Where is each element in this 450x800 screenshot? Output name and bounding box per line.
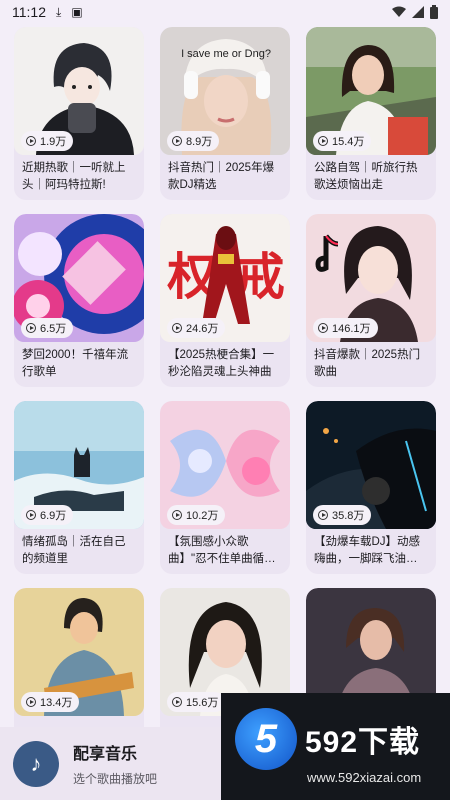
play-count-badge: 13.4万: [21, 692, 80, 712]
cap-print: I save me or Dng?: [181, 48, 271, 60]
playlist-title: 公路自驾｜听旅行热歌送烦恼出走: [314, 162, 418, 191]
play-icon: [26, 510, 36, 520]
playlist-cover: 146.1万: [306, 214, 436, 342]
playlist-title: 近期热歌｜一听就上头｜阿玛特拉斯!: [22, 162, 126, 191]
play-icon: [172, 697, 182, 707]
play-icon: [26, 697, 36, 707]
playlist-cover: 权 戒 24.6万: [160, 214, 290, 342]
player-subtitle: 选个歌曲播放吧: [73, 772, 158, 786]
play-icon: [172, 323, 182, 333]
play-count-badge: 15.4万: [313, 131, 372, 151]
playlist-cover: 13.4万: [14, 588, 144, 716]
battery-icon: [430, 5, 438, 19]
playlist-cover: 6.9万: [14, 401, 144, 529]
playlist-title: [14, 716, 144, 721]
play-icon: [318, 136, 328, 146]
playlist-cover: 1.9万: [14, 27, 144, 155]
playlist-cover: 35.8万: [306, 401, 436, 529]
playlist-card[interactable]: 1.9万 近期热歌｜一听就上头｜阿玛特拉斯!: [14, 27, 144, 200]
play-count-badge: 6.5万: [21, 318, 74, 338]
status-time: 11:12: [12, 4, 46, 20]
watermark-logo-text: 592下载: [305, 726, 421, 759]
play-count-badge: 15.6万: [167, 692, 226, 712]
playlist-card[interactable]: 146.1万 抖音爆款｜2025热门歌曲: [306, 214, 436, 387]
playlist-title: 【劲爆车载DJ】动感嗨曲，一脚踩飞油箱盖: [314, 536, 421, 565]
play-icon: [172, 510, 182, 520]
watermark-badge: 5: [235, 708, 297, 770]
player-title: 配享音乐: [73, 746, 138, 763]
play-count-badge: 1.9万: [21, 131, 74, 151]
watermark-logo: 5 592下载 www.592xiazai.com: [221, 693, 450, 800]
status-bar: 11:12 ⤓ ▣: [0, 0, 450, 24]
playlist-cover: 15.4万: [306, 27, 436, 155]
playlist-title: 【氛围感小众歌曲】"忍不住单曲循环！": [168, 536, 265, 565]
play-count-badge: 146.1万: [313, 318, 378, 338]
playlist-card[interactable]: 15.4万 公路自驾｜听旅行热歌送烦恼出走: [306, 27, 436, 200]
playlist-title: 抖音爆款｜2025热门歌曲: [314, 349, 421, 378]
playlist-card[interactable]: I save me or Dng? 8.9万 抖音热门｜2025年爆款DJ精选: [160, 27, 290, 200]
playlist-card[interactable]: 6.9万 情绪孤岛｜活在自己的频道里: [14, 401, 144, 574]
music-note-icon: ♪: [13, 740, 59, 787]
play-count-badge: 6.9万: [21, 505, 74, 525]
play-icon: [172, 136, 182, 146]
play-count-badge: 10.2万: [167, 505, 226, 525]
playlist-cover: 10.2万: [160, 401, 290, 529]
play-icon: [26, 136, 36, 146]
playlist-title: 梦回2000！千禧年流行歌单: [22, 349, 129, 378]
wifi-icon: [392, 6, 406, 17]
playlist-card[interactable]: 6.5万 梦回2000！千禧年流行歌单: [14, 214, 144, 387]
playlist-card[interactable]: 35.8万 【劲爆车载DJ】动感嗨曲，一脚踩飞油箱盖: [306, 401, 436, 574]
signal-icon: [412, 6, 424, 18]
play-count-badge: 24.6万: [167, 318, 226, 338]
watermark-url: www.592xiazai.com: [307, 770, 422, 785]
playlist-grid: 1.9万 近期热歌｜一听就上头｜阿玛特拉斯! I save me or Dng?…: [14, 27, 436, 761]
play-icon: [318, 323, 328, 333]
play-count-badge: 35.8万: [313, 505, 372, 525]
play-count-badge: 8.9万: [167, 131, 220, 151]
playlist-card[interactable]: 权 戒 24.6万 【2025热梗合集】一秒沦陷灵魂上头神曲: [160, 214, 290, 387]
playlist-title: 情绪孤岛｜活在自己的频道里: [22, 536, 126, 565]
download-icon: ⤓: [56, 5, 62, 19]
play-icon: [318, 510, 328, 520]
playlist-card[interactable]: 10.2万 【氛围感小众歌曲】"忍不住单曲循环！": [160, 401, 290, 574]
playlist-title: 抖音热门｜2025年爆款DJ精选: [168, 162, 275, 191]
playlist-cover: I save me or Dng? 8.9万: [160, 27, 290, 155]
playlist-cover: 6.5万: [14, 214, 144, 342]
notification-icon: ▣: [71, 5, 83, 19]
play-icon: [26, 323, 36, 333]
playlist-title: 【2025热梗合集】一秒沦陷灵魂上头神曲: [168, 349, 275, 378]
